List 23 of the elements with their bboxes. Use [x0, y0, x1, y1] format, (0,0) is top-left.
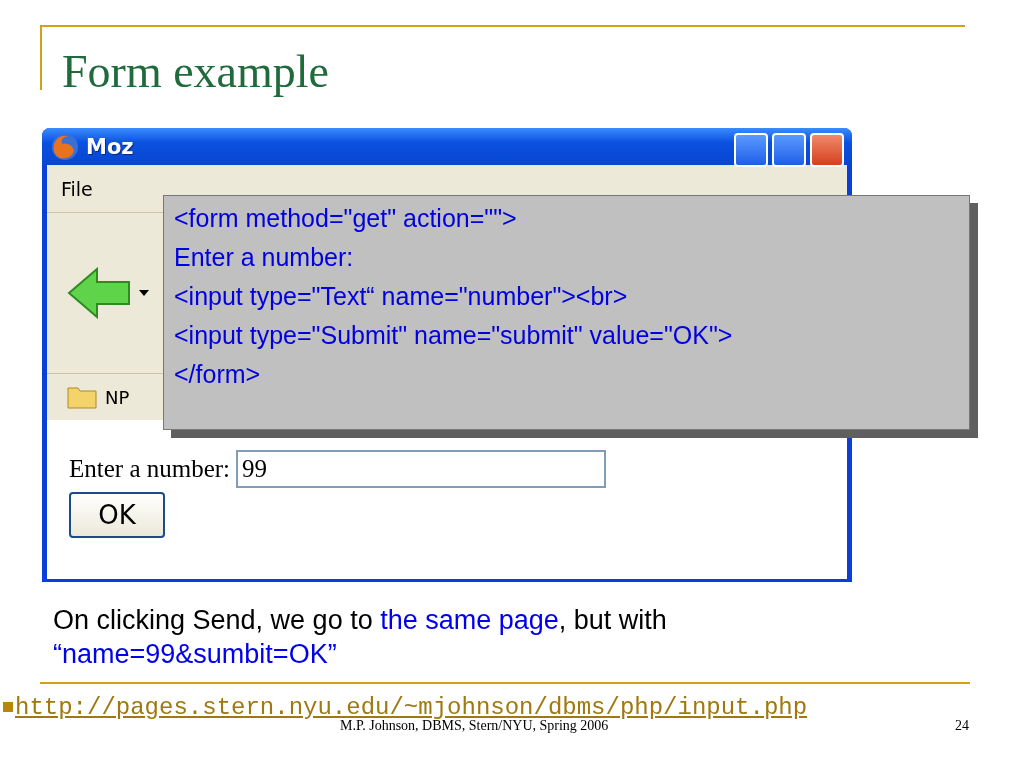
bookmark-label[interactable]: NP: [105, 386, 130, 408]
code-line: <input type="Text“ name="number"><br>: [174, 281, 629, 312]
caption-text: On clicking Send, we go to the same page, but with “name=99&sumbit=OK”: [53, 604, 668, 671]
ok-button[interactable]: OK: [69, 492, 165, 538]
back-arrow-icon[interactable]: [67, 267, 131, 319]
minimize-button[interactable]: [734, 133, 768, 167]
browser-logo-icon: [50, 131, 80, 162]
code-line: <input type="Submit" name="submit" value="OK">: [174, 320, 734, 351]
dropdown-caret-icon[interactable]: [139, 290, 149, 296]
code-line: <form method="get" action="">: [174, 203, 518, 234]
bullet-icon: [3, 702, 13, 712]
folder-icon: [67, 385, 97, 409]
url-link[interactable]: http://pages.stern.nyu.edu/~mjohnson/dbms/php/input.php: [15, 693, 808, 721]
number-field[interactable]: 99: [236, 450, 607, 488]
menu-item[interactable]: File: [61, 177, 93, 200]
page-number: 24: [955, 717, 969, 734]
window-title: Moz: [86, 134, 134, 159]
slide-title: Form example: [62, 45, 329, 98]
close-button[interactable]: [810, 133, 844, 167]
field-label: Enter a number:: [69, 455, 231, 483]
maximize-button[interactable]: [772, 133, 806, 167]
code-line: Enter a number:: [174, 242, 355, 273]
code-line: </form>: [174, 359, 262, 390]
